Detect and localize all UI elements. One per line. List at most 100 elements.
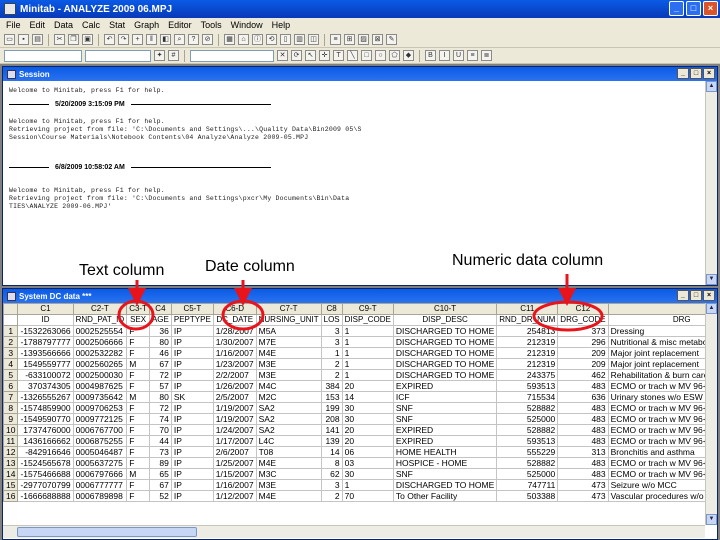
table-cell[interactable]: 462: [557, 369, 609, 381]
table-cell[interactable]: 57: [148, 380, 172, 392]
table-cell[interactable]: 593513: [496, 380, 559, 392]
column-name-cell[interactable]: DC_DATE: [212, 314, 257, 326]
table-cell[interactable]: F: [126, 325, 150, 337]
row-number[interactable]: 12: [3, 446, 19, 458]
maximize-icon[interactable]: □: [686, 1, 701, 16]
table-cell[interactable]: DISCHARGED TO HOME: [392, 369, 498, 381]
menu-tools[interactable]: Tools: [201, 20, 222, 30]
table-cell[interactable]: IP: [170, 490, 214, 502]
brush-icon[interactable]: ✦: [154, 50, 165, 61]
table-cell[interactable]: 153: [320, 391, 343, 403]
table-cell[interactable]: 1/15/2007: [212, 468, 257, 480]
menu-stat[interactable]: Stat: [109, 20, 125, 30]
table-cell[interactable]: IP: [170, 424, 214, 436]
table-cell[interactable]: F: [126, 402, 150, 414]
history-icon[interactable]: ⟲: [266, 34, 277, 45]
table-cell[interactable]: ECMO or trach w MV 96+ hrs or PDX: [607, 413, 705, 425]
table-cell[interactable]: F: [126, 446, 150, 458]
worksheet-titlebar[interactable]: System DC data *** _ □ ×: [3, 289, 717, 303]
ellipse-tool-icon[interactable]: ○: [375, 50, 386, 61]
column-number-header[interactable]: [607, 303, 705, 315]
session-titlebar[interactable]: Session _ □ ×: [3, 67, 717, 81]
table-cell[interactable]: 483: [557, 435, 609, 447]
row-number[interactable]: 16: [3, 490, 19, 502]
table-cell[interactable]: -842916646: [17, 446, 74, 458]
table-cell[interactable]: M2C: [255, 391, 322, 403]
table-cell[interactable]: 212319: [496, 347, 559, 359]
report-pad-icon[interactable]: ▯: [280, 34, 291, 45]
save-icon[interactable]: ▪: [18, 34, 29, 45]
open-icon[interactable]: ▭: [4, 34, 15, 45]
table-cell[interactable]: 0005637275: [72, 457, 128, 469]
table-cell[interactable]: 1/24/2007: [212, 424, 257, 436]
table-cell[interactable]: 67: [148, 479, 172, 491]
insert-row-icon[interactable]: +: [132, 34, 143, 45]
session-vertical-scrollbar[interactable]: ▲ ▼: [705, 81, 717, 285]
table-cell[interactable]: 1/30/2007: [212, 336, 257, 348]
table-cell[interactable]: HOSPICE - HOME: [392, 457, 498, 469]
close-icon[interactable]: ×: [703, 68, 715, 79]
worksheet-horizontal-scrollbar[interactable]: [3, 525, 705, 538]
table-cell[interactable]: 525000: [496, 468, 559, 480]
column-name-cell[interactable]: SEX: [126, 314, 150, 326]
table-cell[interactable]: IP: [170, 325, 214, 337]
align-left-icon[interactable]: ≡: [467, 50, 478, 61]
table-cell[interactable]: M3E: [255, 369, 322, 381]
table-cell[interactable]: 2: [320, 369, 343, 381]
table-cell[interactable]: Urinary stones w/o ESW lithotripsy: [607, 391, 705, 403]
menu-editor[interactable]: Editor: [168, 20, 192, 30]
table-cell[interactable]: 20: [341, 435, 394, 447]
table-cell[interactable]: IP: [170, 468, 214, 480]
table-cell[interactable]: 62: [320, 468, 343, 480]
table-cell[interactable]: ECMO or trach w MV 96+ hrs or PDX: [607, 424, 705, 436]
table-cell[interactable]: DISCHARGED TO HOME: [392, 358, 498, 370]
table-cell[interactable]: 473: [557, 490, 609, 502]
table-cell[interactable]: 3: [320, 336, 343, 348]
table-cell[interactable]: SNF: [392, 413, 498, 425]
table-cell[interactable]: 52: [148, 490, 172, 502]
undo-icon[interactable]: ↶: [104, 34, 115, 45]
row-number[interactable]: 4: [3, 358, 19, 370]
row-number[interactable]: 11: [3, 435, 19, 447]
table-cell[interactable]: 296: [557, 336, 609, 348]
table-cell[interactable]: 0009735642: [72, 391, 128, 403]
info-icon[interactable]: ⓘ: [252, 34, 263, 45]
table-cell[interactable]: 1/19/2007: [212, 413, 257, 425]
set-id-variables-icon[interactable]: #: [168, 50, 179, 61]
column-name-cell[interactable]: PEPTYPE: [170, 314, 214, 326]
italic-icon[interactable]: I: [439, 50, 450, 61]
table-cell[interactable]: M: [126, 391, 150, 403]
stop-icon[interactable]: ⊘: [202, 34, 213, 45]
table-cell[interactable]: 1737476000: [17, 424, 74, 436]
table-cell[interactable]: 72: [148, 402, 172, 414]
table-cell[interactable]: 483: [557, 380, 609, 392]
column-number-header[interactable]: C10-T: [392, 303, 498, 315]
table-cell[interactable]: 3: [320, 479, 343, 491]
table-cell[interactable]: 747711: [496, 479, 559, 491]
table-cell[interactable]: -1393566666: [17, 347, 74, 359]
column-name-cell[interactable]: DRG_CODE: [557, 314, 609, 326]
row-number[interactable]: 2: [3, 336, 19, 348]
underline-icon[interactable]: U: [453, 50, 464, 61]
menu-help[interactable]: Help: [272, 20, 291, 30]
table-cell[interactable]: SA2: [255, 402, 322, 414]
minimize-icon[interactable]: _: [677, 68, 689, 79]
table-cell[interactable]: 0002500030: [72, 369, 128, 381]
table-cell[interactable]: 89: [148, 457, 172, 469]
column-number-header[interactable]: C7-T: [255, 303, 322, 315]
scroll-up-icon[interactable]: ▲: [706, 303, 717, 314]
worksheet-grid[interactable]: C1 C2-T C3-T C4 C5-T C6-D C7-T C8 C9-T C10-T C11 C1…: [3, 303, 705, 525]
minimize-icon[interactable]: _: [669, 1, 684, 16]
cascade-icon[interactable]: ≡: [330, 34, 341, 45]
column-name-cell[interactable]: DISP_CODE: [341, 314, 394, 326]
table-cell[interactable]: 70: [148, 424, 172, 436]
table-cell[interactable]: -1326555267: [17, 391, 74, 403]
copy-icon[interactable]: ❐: [68, 34, 79, 45]
table-cell[interactable]: 1/26/2007: [212, 380, 257, 392]
table-cell[interactable]: ECMO or trach w MV 96+ hrs or PDX: [607, 468, 705, 480]
table-cell[interactable]: IP: [170, 446, 214, 458]
table-cell[interactable]: SA2: [255, 413, 322, 425]
table-cell[interactable]: M3E: [255, 479, 322, 491]
table-cell[interactable]: ICF: [392, 391, 498, 403]
table-cell[interactable]: 313: [557, 446, 609, 458]
